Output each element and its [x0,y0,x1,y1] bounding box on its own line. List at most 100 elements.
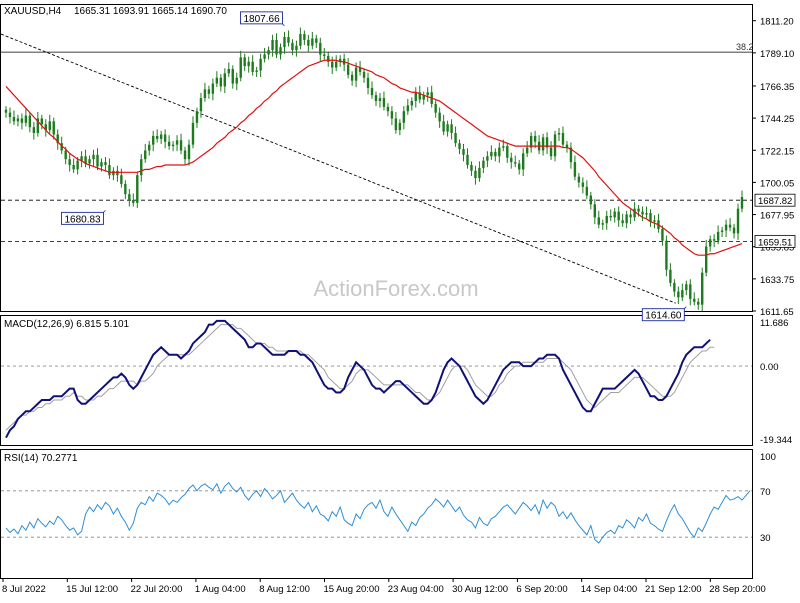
candle [537,135,541,155]
candle [708,235,712,252]
candle [545,132,549,155]
candle [378,93,382,108]
candle [163,129,167,149]
candle [736,203,740,240]
candle-body [661,229,664,241]
candle [685,280,688,296]
candle [609,209,612,222]
candle [474,165,477,185]
candle [191,116,195,149]
candle [267,46,270,60]
price-tick-label: 1700.05 [760,178,794,189]
candle [434,100,437,118]
candle [243,53,246,72]
candle-body [239,57,242,78]
candle [422,91,425,105]
candle-body [255,70,258,72]
candle-body [374,95,378,102]
candle-body [378,98,382,102]
candle [287,30,290,47]
candle-body [645,213,648,215]
candle [701,267,704,312]
candle-body [462,149,465,155]
candle [645,206,648,219]
candle-body [553,134,557,157]
candle [311,31,314,50]
candle [601,219,604,230]
candle [8,107,12,124]
candle-body [223,73,227,87]
candle-body [24,115,28,123]
candle [704,239,708,277]
candle-body [633,208,636,218]
candle-body [159,134,163,139]
date-tick-label: 21 Sep 12:00 [645,584,702,595]
candle [653,215,656,229]
candle [271,34,274,57]
candle-body [199,98,203,112]
candle [613,207,616,223]
price-annotation-leader [282,23,285,27]
candle [521,148,525,176]
candle [438,107,441,128]
candle [96,148,99,171]
candle [486,151,489,168]
candle [402,106,406,130]
candle [482,157,485,174]
candle-body [625,214,628,224]
candle [179,133,183,155]
candle-body [386,106,390,112]
support-price-box: 1659.51 [754,234,796,248]
candle [689,279,692,306]
candle-body [525,147,529,154]
price-annotation-text: 1614.60 [645,311,682,322]
candle-body [231,69,234,84]
candle-body [12,117,16,122]
candle-body [549,147,553,157]
candle [442,114,445,136]
candle [132,193,135,207]
candle [605,210,608,230]
candle [56,129,59,150]
candle-body [581,182,585,187]
candle-body [410,101,413,106]
candle-body [40,118,44,125]
candle-body [64,150,67,160]
candle [593,199,596,224]
date-tick-label: 15 Jul 12:00 [66,584,118,595]
candle-body [48,121,51,131]
candle-body [637,208,640,212]
candle-body [434,103,437,113]
candle-body [573,162,577,177]
candle [585,180,589,200]
candle-body [187,144,191,160]
candle-body [561,133,565,145]
price-tick-label: 1766.35 [760,82,794,93]
price-tick-label: 1722.15 [760,146,794,157]
candle-body [533,135,537,142]
candle [740,190,744,213]
candle-body [148,144,151,151]
candle [430,85,433,108]
candle-body [132,199,135,203]
candle-body [613,211,616,218]
candle-body [323,54,326,56]
price-tick-label: 1677.95 [760,211,794,222]
candle [382,91,386,111]
candle-body [179,140,183,151]
date-tick-label: 1 Aug 04:00 [195,584,246,595]
candle-body [96,154,99,167]
candle-body [175,140,179,145]
candle-body [673,282,676,292]
candle-body [450,124,453,134]
candle-body [370,87,374,96]
candle [677,286,680,304]
candle-body [219,77,223,87]
date-tick-label: 22 Jul 20:00 [131,584,183,595]
candle [295,40,298,57]
candle [577,173,581,188]
candle [625,210,628,229]
candle [235,72,238,91]
candle [724,219,728,238]
candle-body [697,301,700,305]
